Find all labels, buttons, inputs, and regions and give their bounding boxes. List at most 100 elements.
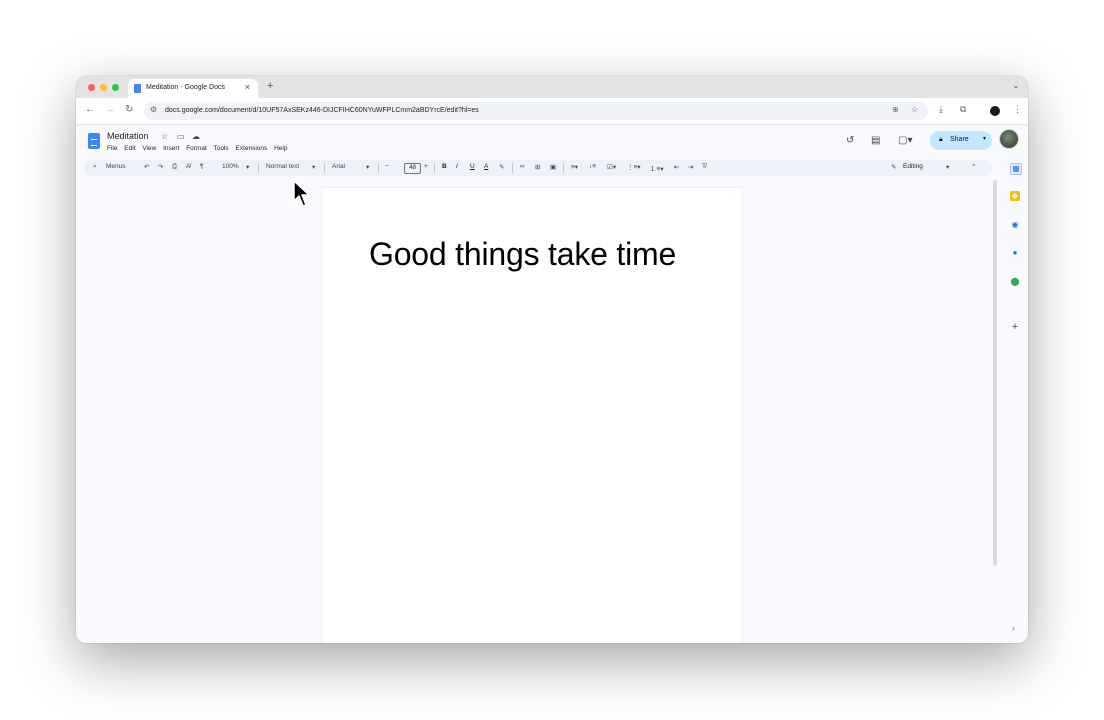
clear-formatting-icon[interactable]: T̸: [702, 163, 706, 170]
insert-image-icon[interactable]: ▣: [550, 163, 556, 171]
menu-view[interactable]: View: [142, 145, 156, 152]
editing-mode-select[interactable]: Editing: [903, 163, 923, 170]
decrease-indent-icon[interactable]: ⇤: [674, 163, 679, 171]
minimize-window-button[interactable]: [100, 84, 107, 91]
browser-tab[interactable]: Meditation - Google Docs ×: [128, 79, 258, 98]
menu-tools[interactable]: Tools: [213, 145, 228, 152]
cloud-status-icon: ☁: [192, 132, 200, 141]
lock-icon: 🔒︎: [939, 136, 943, 143]
document-title[interactable]: Meditation: [107, 131, 149, 141]
reload-icon[interactable]: ↻: [125, 104, 133, 115]
print-icon[interactable]: ⎙: [172, 163, 177, 171]
paint-format-icon[interactable]: ¶: [200, 163, 204, 170]
tab-close-icon[interactable]: ×: [245, 82, 250, 92]
docs-logo-icon[interactable]: [88, 133, 100, 149]
divider: [563, 163, 564, 173]
menu-format[interactable]: Format: [186, 145, 207, 152]
mouse-cursor-icon: [293, 180, 310, 207]
hide-menus-icon[interactable]: ⌃: [971, 163, 976, 171]
menu-file[interactable]: File: [107, 145, 117, 152]
redo-icon[interactable]: ↷: [158, 163, 163, 171]
share-dropdown-icon[interactable]: ▾: [983, 135, 986, 142]
spellcheck-icon[interactable]: A̸: [186, 163, 190, 170]
meet-icon[interactable]: ▢▾: [898, 135, 912, 146]
document-canvas[interactable]: Good things take time: [76, 180, 994, 643]
style-dropdown-icon[interactable]: ▾: [312, 163, 315, 171]
font-dropdown-icon[interactable]: ▾: [366, 163, 369, 171]
keep-icon[interactable]: ◆: [1010, 191, 1020, 201]
numbered-list-icon[interactable]: ⒈≡▾: [650, 163, 664, 173]
insert-link-icon[interactable]: ∞: [520, 163, 525, 170]
search-menus-icon[interactable]: ⌕: [93, 163, 97, 171]
zoom-dropdown-icon[interactable]: ▾: [246, 163, 249, 171]
checklist-icon[interactable]: ☑▾: [607, 163, 616, 171]
tab-strip: Meditation - Google Docs × + ⌄: [76, 76, 1028, 98]
star-icon[interactable]: ☆: [161, 132, 168, 141]
increase-font-size-icon[interactable]: +: [424, 163, 428, 170]
menu-help[interactable]: Help: [274, 145, 287, 152]
bold-button[interactable]: B: [442, 163, 447, 170]
menu-insert[interactable]: Insert: [163, 145, 179, 152]
align-icon[interactable]: ≡▾: [571, 163, 578, 171]
share-label: Share: [950, 136, 969, 143]
highlight-icon[interactable]: ✎: [499, 163, 504, 171]
divider: [512, 163, 513, 173]
document-body-text[interactable]: Good things take time: [369, 236, 676, 273]
avatar[interactable]: [1000, 130, 1018, 148]
search-menus-label[interactable]: Menus: [106, 163, 126, 170]
formatting-toolbar: ⌕ Menus ↶ ↷ ⎙ A̸ ¶ 100% ▾ Normal text ▾ …: [84, 160, 992, 176]
browser-window: Meditation - Google Docs × + ⌄ ← → ↻ ⚙ d…: [76, 76, 1028, 643]
vertical-scrollbar[interactable]: [993, 180, 997, 566]
divider: [324, 163, 325, 173]
move-folder-icon[interactable]: ▭: [177, 132, 185, 141]
font-select[interactable]: Arial: [332, 163, 345, 170]
get-addons-icon[interactable]: +: [1010, 322, 1020, 333]
side-panel: ▦ ◆ ◉ ● ⬤ +: [1004, 160, 1028, 643]
undo-icon[interactable]: ↶: [144, 163, 149, 171]
download-icon[interactable]: ⤓: [939, 104, 943, 115]
docs-header: Meditation ☆ ▭ ☁ File Edit View Insert F…: [76, 125, 1028, 160]
close-window-button[interactable]: [88, 84, 95, 91]
style-select[interactable]: Normal text: [266, 163, 299, 170]
line-spacing-icon[interactable]: ↕≡: [589, 163, 596, 170]
back-icon[interactable]: ←: [85, 104, 95, 115]
divider: [434, 163, 435, 173]
document-page[interactable]: Good things take time: [322, 188, 742, 643]
divider: [258, 163, 259, 173]
menu-bar: File Edit View Insert Format Tools Exten…: [107, 145, 292, 152]
add-comment-icon[interactable]: ⊞: [535, 163, 540, 171]
forward-icon[interactable]: →: [105, 104, 115, 115]
maximize-window-button[interactable]: [112, 84, 119, 91]
calendar-icon[interactable]: ▦: [1010, 163, 1022, 175]
bulleted-list-icon[interactable]: ⋮≡▾: [627, 163, 641, 171]
zoom-icon[interactable]: ⊕: [892, 105, 899, 114]
tab-title: Meditation - Google Docs: [146, 84, 225, 91]
decrease-font-size-icon[interactable]: −: [385, 163, 389, 170]
show-side-panel-chevron-icon[interactable]: ›: [1012, 624, 1015, 633]
text-color-button[interactable]: A: [484, 163, 488, 170]
comments-icon[interactable]: ▤: [871, 135, 880, 146]
contacts-icon[interactable]: ●: [1010, 248, 1020, 258]
zoom-select[interactable]: 100%: [222, 163, 239, 170]
new-tab-button[interactable]: +: [267, 80, 273, 92]
maps-icon[interactable]: ⬤: [1010, 277, 1020, 287]
editing-pencil-icon: ✎: [891, 164, 897, 171]
tab-search-icon[interactable]: ⌄: [1010, 80, 1022, 92]
menu-edit[interactable]: Edit: [124, 145, 135, 152]
bookmark-star-icon[interactable]: ☆: [911, 105, 918, 114]
site-settings-icon[interactable]: ⚙: [150, 105, 157, 114]
underline-button[interactable]: U: [470, 163, 475, 170]
font-size-input[interactable]: 48: [404, 163, 421, 174]
italic-button[interactable]: I: [456, 163, 458, 170]
version-history-icon[interactable]: ↺: [846, 135, 854, 146]
extensions-icon[interactable]: ⧉: [960, 104, 966, 115]
mode-dropdown-icon[interactable]: ▾: [946, 163, 949, 171]
browser-menu-icon[interactable]: ⋮: [1013, 104, 1022, 115]
browser-profile-icon[interactable]: [990, 106, 1000, 116]
share-button[interactable]: 🔒︎ Share ▾: [930, 131, 992, 150]
omnibox[interactable]: ⚙ docs.google.com/document/d/10UF57AxSEK…: [144, 102, 928, 120]
tasks-icon[interactable]: ◉: [1010, 220, 1020, 230]
increase-indent-icon[interactable]: ⇥: [688, 163, 693, 171]
url-text[interactable]: docs.google.com/document/d/10UF57AxSEKz4…: [165, 107, 479, 114]
menu-extensions[interactable]: Extensions: [235, 145, 267, 152]
